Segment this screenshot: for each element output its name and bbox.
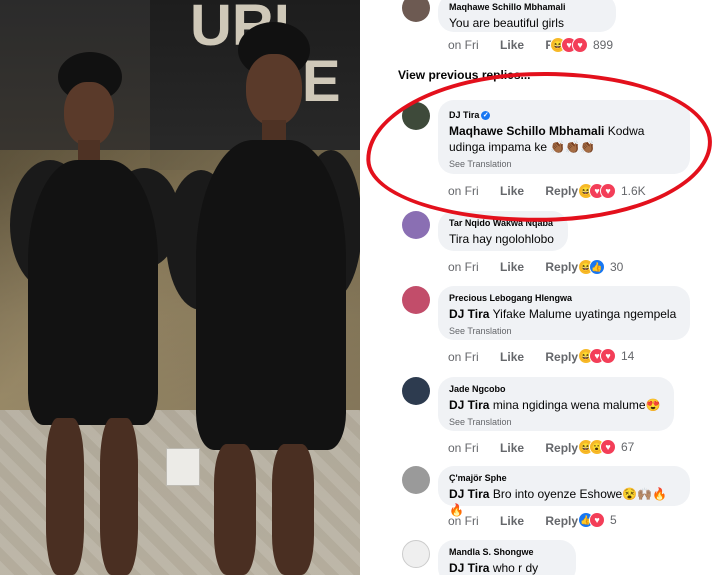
comment-text: You are beautiful girls [449,16,564,30]
comment-time[interactable]: on Fri [448,38,479,52]
reaction-summary[interactable]: 😆 ♥ ♥ 14 [578,348,634,364]
like-button[interactable]: Like [500,350,524,364]
see-translation-link[interactable]: See Translation [449,417,663,428]
comment-time[interactable]: on Fri [448,514,479,528]
love-reaction-icon: ♥ [600,439,616,455]
comment-body: mina ngidinga wena malume😍 [492,398,661,412]
reaction-summary[interactable]: 😆 👍 30 [578,259,623,275]
comment-actions: on Fri Like Reply [448,441,596,455]
avatar[interactable] [402,466,430,494]
comment-actions: on Fri Like Reply [448,514,596,528]
comment-author[interactable]: Jade Ngcobo [449,383,663,395]
avatar[interactable] [402,0,430,22]
comment-text: Tira hay ngolohlobo [449,232,554,246]
reply-button[interactable]: Reply [545,514,578,528]
reaction-count: 899 [593,38,614,52]
comment-author[interactable]: Precious Lebogang Hlengwa [449,292,679,304]
mention-link[interactable]: DJ Tira [449,307,489,321]
comment-text: DJ Tira mina ngidinga wena malume😍 [449,397,663,413]
comment-body: Yifake Malume uyatinga ngempela [492,307,677,321]
comment-author[interactable]: Maqhawe Schillo Mbhamali [449,1,605,13]
love-reaction-icon: ♥ [600,348,616,364]
see-translation-link[interactable]: See Translation [449,326,679,337]
mention-link[interactable]: DJ Tira [449,561,489,575]
reply-button[interactable]: Reply [545,260,578,274]
avatar[interactable] [402,377,430,405]
comment-bubble: Precious Lebogang Hlengwa DJ Tira Yifake… [438,286,690,340]
wall-light-switch [166,448,200,486]
comment-author[interactable]: Ç'majör Sphe [449,472,679,484]
comment-bubble: Jade Ngcobo DJ Tira mina ngidinga wena m… [438,377,674,431]
like-reaction-icon: 👍 [589,259,605,275]
reaction-count: 30 [610,260,624,274]
reaction-count: 5 [610,513,617,527]
comment-text: DJ Tira who r dy datin? [449,560,565,575]
mention-link[interactable]: DJ Tira [449,487,489,501]
reaction-summary[interactable]: 😆 😮 ♥ 67 [578,439,634,455]
avatar[interactable] [402,211,430,239]
like-button[interactable]: Like [500,38,524,52]
avatar[interactable] [402,540,430,568]
comment-time[interactable]: on Fri [448,350,479,364]
avatar[interactable] [402,286,430,314]
love-reaction-icon: ♥ [572,37,588,53]
reaction-count: 67 [621,440,635,454]
post-photo[interactable]: URI RE [0,0,360,575]
comment-time[interactable]: on Fri [448,260,479,274]
comment-bubble: Mandla S. Shongwe DJ Tira who r dy datin… [438,540,576,575]
like-button[interactable]: Like [500,441,524,455]
love-reaction-icon: ♥ [589,512,605,528]
reaction-count: 14 [621,349,635,363]
comment-actions: on Fri Like Reply [448,260,596,274]
like-button[interactable]: Like [500,514,524,528]
comment-bubble: Maqhawe Schillo Mbhamali You are beautif… [438,0,616,32]
mention-link[interactable]: DJ Tira [449,398,489,412]
comment-author[interactable]: Mandla S. Shongwe [449,546,565,558]
reaction-summary[interactable]: 😆 ♥ ♥ 899 [550,37,613,53]
reply-button[interactable]: Reply [545,350,578,364]
comment-bubble: Ç'majör Sphe DJ Tira Bro into oyenze Esh… [438,466,690,517]
comment-actions: on Fri Like Reply [448,350,596,364]
like-button[interactable]: Like [500,260,524,274]
reaction-summary[interactable]: 👍 ♥ 5 [578,512,617,528]
reply-button[interactable]: Reply [545,441,578,455]
comment-text: DJ Tira Yifake Malume uyatinga ngempela [449,306,679,322]
comment-time[interactable]: on Fri [448,441,479,455]
